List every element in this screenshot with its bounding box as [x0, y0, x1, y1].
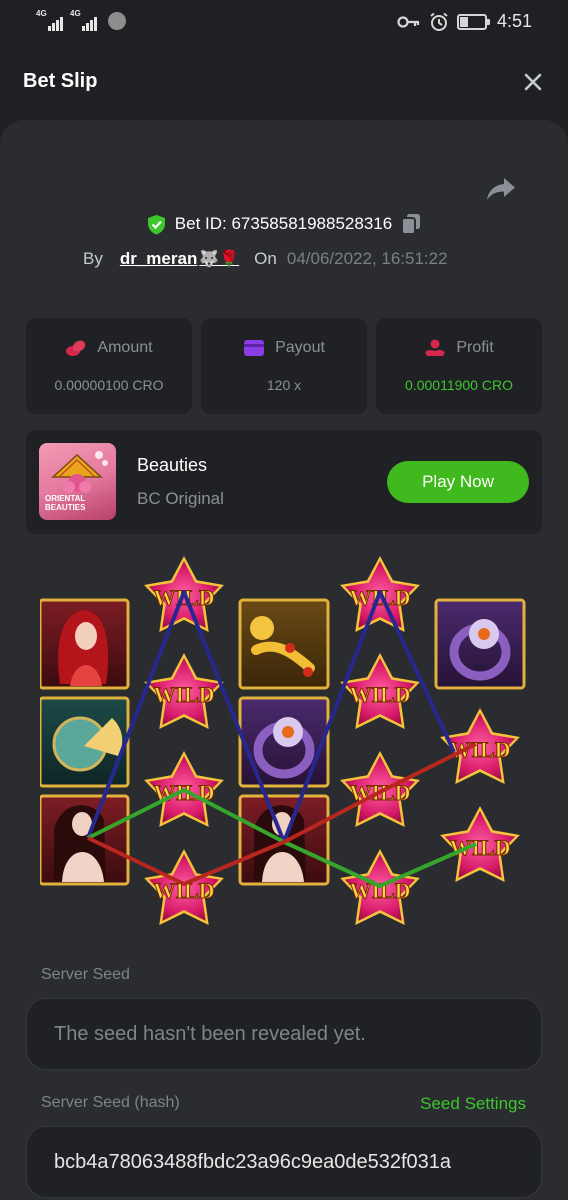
- amount-label: Amount: [97, 339, 153, 356]
- wild-symbol: WILD: [144, 849, 224, 925]
- server-seed-hash-field[interactable]: bcb4a78063488fbdc23a96c9ea0de532f031a: [26, 1126, 542, 1198]
- username-link[interactable]: dr_meran 🐺🌹: [120, 249, 239, 269]
- status-bar: 4G 4G 4:51: [0, 0, 568, 42]
- page-title: Bet Slip: [23, 70, 98, 92]
- wild-symbol: WILD: [440, 806, 520, 882]
- bet-date: 04/06/2022, 16:51:22: [286, 249, 448, 268]
- signal-icon: 4G: [36, 9, 66, 31]
- wild-text: WILD: [449, 737, 510, 762]
- server-seed-field[interactable]: The seed hasn't been revealed yet.: [26, 998, 542, 1070]
- wild-symbol: WILD: [340, 751, 420, 827]
- status-bar-left: 4G 4G: [36, 9, 126, 31]
- on-label: On: [254, 249, 277, 268]
- server-seed-hash-value: bcb4a78063488fbdc23a96c9ea0de532f031a: [54, 1150, 452, 1173]
- network-type-label: 4G: [70, 9, 81, 18]
- username-emoji: 🐺🌹: [199, 251, 240, 268]
- server-seed-value: The seed hasn't been revealed yet.: [54, 1022, 366, 1045]
- game-provider: BC Original: [137, 489, 224, 508]
- amount-value: 0.00000100 CRO: [54, 377, 164, 393]
- slot-reels: WILD WILD WILD WILD WILD WILD WILD WILD WILD WILD: [40, 552, 532, 942]
- battery-fill: [459, 16, 469, 27]
- profit-value: 0.00011900 CRO: [405, 377, 513, 393]
- wild-text: WILD: [349, 682, 410, 707]
- seed-settings-link[interactable]: Seed Settings: [420, 1094, 526, 1114]
- wild-text: WILD: [349, 878, 410, 903]
- status-bar-right: 4:51: [397, 11, 532, 32]
- symbol-purple-ring: [434, 598, 526, 690]
- wallet-icon: [244, 340, 265, 356]
- by-label: By: [83, 249, 103, 268]
- symbol-beauty-nude: [40, 794, 130, 886]
- bet-author-row: By dr_meran 🐺🌹 On 04/06/2022, 16:51:22: [83, 249, 448, 269]
- symbol-purple-ring: [238, 696, 330, 788]
- signal-icon: 4G: [70, 9, 100, 31]
- key-icon: [397, 15, 420, 28]
- copy-icon[interactable]: [401, 213, 421, 235]
- bet-id: Bet ID: 67358581988528316: [174, 214, 393, 233]
- game-name: Beauties: [137, 455, 208, 475]
- clock: 4:51: [496, 11, 532, 31]
- verified-shield-icon: [147, 214, 165, 234]
- bet-stats: Amount 0.00000100 CRO Payout 120 x Profi…: [26, 318, 542, 414]
- payout-label: Payout: [275, 339, 325, 356]
- payout-value: 120 x: [266, 377, 302, 393]
- game-thumbnail[interactable]: ORIENTAL BEAUTIES: [39, 443, 116, 520]
- wild-text: WILD: [153, 878, 214, 903]
- slot-result-grid: WILDWILDWILDWILDWILDWILDWILDWILDWILDWILD: [40, 556, 526, 925]
- network-type-label: 4G: [36, 9, 47, 18]
- battery-icon: [456, 13, 490, 30]
- payout-card: Payout 120 x: [201, 318, 367, 414]
- profit-hand-icon: [425, 339, 446, 356]
- server-seed-hash-label: Server Seed (hash): [41, 1094, 180, 1111]
- share-icon[interactable]: [486, 176, 516, 202]
- profit-card: Profit 0.00011900 CRO: [376, 318, 542, 414]
- app-notification-icon: [108, 12, 126, 30]
- play-now-button[interactable]: Play Now: [387, 461, 529, 503]
- thumbnail-text: ORIENTAL BEAUTIES: [45, 494, 86, 512]
- game-card: ORIENTAL BEAUTIES Beauties BC Original P…: [26, 430, 542, 534]
- close-button[interactable]: [520, 69, 546, 95]
- username: dr_meran: [119, 249, 198, 268]
- wild-text: WILD: [449, 835, 510, 860]
- header: Bet Slip: [0, 42, 568, 120]
- wild-text: WILD: [153, 682, 214, 707]
- bet-id-row: Bet ID: 67358581988528316: [0, 213, 568, 235]
- symbol-golden-ruyi: [238, 598, 330, 690]
- alarm-icon: [430, 12, 448, 31]
- amount-card: Amount 0.00000100 CRO: [26, 318, 192, 414]
- coins-icon: [66, 340, 86, 356]
- server-seed-label: Server Seed: [41, 966, 130, 983]
- symbol-beauty-red: [40, 598, 130, 690]
- profit-label: Profit: [456, 339, 494, 356]
